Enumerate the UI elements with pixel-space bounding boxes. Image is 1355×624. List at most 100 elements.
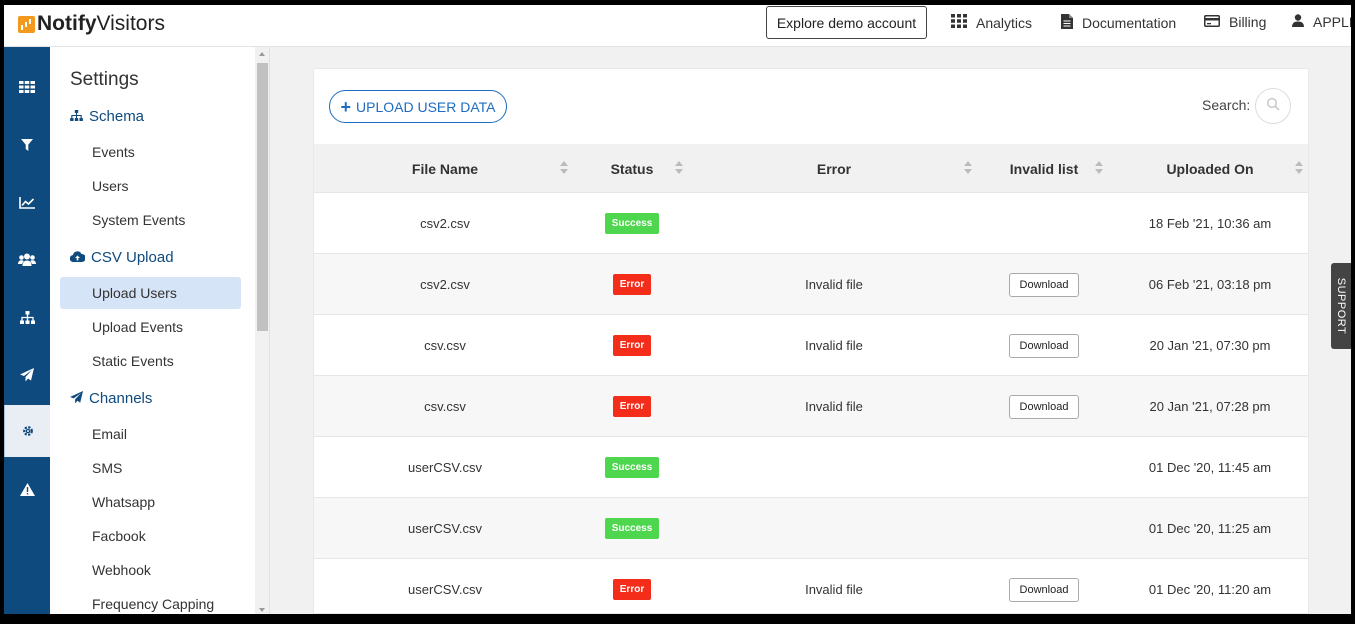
sort-icon[interactable]	[1095, 161, 1103, 175]
table-row: userCSV.csv Success 01 Dec '20, 11:45 am	[314, 437, 1308, 498]
status-badge: Error	[612, 396, 652, 417]
status-badge: Error	[612, 579, 652, 600]
sidebar-item-upload-events[interactable]: Upload Events	[60, 311, 241, 343]
app-logo[interactable]: Notify Visitors	[18, 12, 165, 36]
cell-error: Invalid file	[688, 559, 980, 614]
cell-error	[688, 498, 980, 559]
sidebar-item-sms[interactable]: SMS	[60, 452, 241, 484]
nav-analytics[interactable]: Analytics	[951, 14, 1032, 31]
download-button[interactable]: Download	[1008, 394, 1080, 419]
column-header-error[interactable]: Error	[688, 144, 980, 193]
dashboard-grid-icon[interactable]	[4, 61, 50, 113]
cell-status: Error	[576, 559, 688, 614]
column-header-invalid-list[interactable]: Invalid list	[980, 144, 1108, 193]
sidebar-item-upload-users[interactable]: Upload Users	[60, 277, 241, 309]
sidebar-group-channels-label: Channels	[89, 390, 153, 407]
cell-uploaded-text: 20 Jan '21, 07:28 pm	[1149, 399, 1271, 414]
sidebar-item-events[interactable]: Events	[60, 136, 241, 168]
sidebar-item-static-events[interactable]: Static Events	[60, 345, 241, 377]
sidebar-item-frequency-capping[interactable]: Frequency Capping	[60, 588, 241, 614]
nav-documentation[interactable]: Documentation	[1061, 14, 1176, 32]
sidebar-item-facebook[interactable]: Facbook	[60, 520, 241, 552]
download-button[interactable]: Download	[1008, 333, 1080, 358]
support-tab-label: SUPPORT	[1335, 277, 1348, 335]
table-row: userCSV.csv Error Invalid file Download 01 D…	[314, 559, 1308, 614]
top-bar: Notify Visitors Explore demo account Anal…	[4, 5, 1351, 47]
nav-account-label: APPLI	[1313, 14, 1351, 30]
cell-file: csv.csv	[314, 315, 576, 376]
sidebar-scrollbar[interactable]	[255, 47, 269, 614]
cloud-upload-icon	[69, 250, 86, 265]
cell-error: Invalid file	[688, 376, 980, 437]
explore-demo-button[interactable]: Explore demo account	[766, 6, 927, 39]
document-icon	[1061, 14, 1073, 32]
cell-uploaded: 06 Feb '21, 03:18 pm	[1108, 254, 1312, 315]
credit-card-icon	[1204, 14, 1220, 30]
download-button[interactable]: Download	[1008, 577, 1080, 602]
sitemap-icon	[70, 109, 83, 124]
users-icon[interactable]	[4, 233, 50, 285]
table-row: csv.csv Error Invalid file Download 20 Jan '…	[314, 376, 1308, 437]
status-badge: Success	[604, 457, 660, 478]
cell-file: csv2.csv	[314, 254, 576, 315]
cell-uploaded-text: 18 Feb '21, 10:36 am	[1148, 216, 1272, 231]
nav-analytics-label: Analytics	[976, 14, 1033, 31]
cell-uploaded: 20 Jan '21, 07:28 pm	[1108, 376, 1312, 437]
cell-invalid: Download	[980, 559, 1108, 614]
cell-uploaded-text: 01 Dec '20, 11:25 am	[1148, 521, 1272, 536]
nav-account[interactable]: APPLI	[1292, 14, 1351, 30]
sort-icon[interactable]	[560, 161, 568, 175]
cell-uploaded: 18 Feb '21, 10:36 am	[1108, 193, 1312, 254]
table-row: csv2.csv Success 18 Feb '21, 10:36 am	[314, 193, 1308, 254]
sidebar-item-whatsapp[interactable]: Whatsapp	[60, 486, 241, 518]
scroll-up-arrow-icon[interactable]	[259, 52, 265, 56]
column-header-status[interactable]: Status	[576, 144, 688, 193]
scroll-down-arrow-icon[interactable]	[259, 608, 265, 612]
cell-file-text: csv2.csv	[420, 277, 470, 292]
cell-file-text: userCSV.csv	[408, 582, 482, 597]
cell-uploaded-text: 01 Dec '20, 11:20 am	[1148, 582, 1272, 597]
sort-icon[interactable]	[1295, 161, 1303, 175]
cell-status: Success	[576, 193, 688, 254]
filter-icon[interactable]	[4, 119, 50, 171]
cell-status: Error	[576, 315, 688, 376]
sort-icon[interactable]	[964, 161, 972, 175]
search-button[interactable]	[1255, 88, 1291, 124]
user-icon	[1292, 14, 1304, 30]
logo-text-bold: Notify	[37, 12, 97, 35]
cell-error	[688, 437, 980, 498]
cell-status: Success	[576, 437, 688, 498]
status-badge: Error	[612, 335, 652, 356]
scrollbar-thumb[interactable]	[257, 63, 268, 331]
sitemap-icon[interactable]	[4, 291, 50, 343]
line-chart-icon[interactable]	[4, 177, 50, 229]
app-window: Notify Visitors Explore demo account Anal…	[4, 5, 1351, 614]
cell-uploaded: 01 Dec '20, 11:25 am	[1108, 498, 1312, 559]
sidebar-group-schema[interactable]: Schema	[70, 108, 144, 125]
status-badge: Success	[604, 213, 660, 234]
cell-uploaded-text: 01 Dec '20, 11:45 am	[1148, 460, 1272, 475]
table-row: csv.csv Error Invalid file Download 20 Jan '…	[314, 315, 1308, 376]
cell-invalid	[980, 498, 1108, 559]
nav-billing[interactable]: Billing	[1204, 14, 1266, 30]
column-header-uploaded-on[interactable]: Uploaded On	[1108, 144, 1312, 193]
cell-invalid: Download	[980, 315, 1108, 376]
cell-uploaded: 01 Dec '20, 11:45 am	[1108, 437, 1312, 498]
sort-icon[interactable]	[675, 161, 683, 175]
upload-user-data-button[interactable]: + UPLOAD USER DATA	[329, 90, 507, 123]
warning-icon[interactable]	[4, 463, 50, 515]
sidebar-item-users[interactable]: Users	[60, 170, 241, 202]
sidebar-item-email[interactable]: Email	[60, 418, 241, 450]
logo-text-thin: Visitors	[96, 12, 165, 35]
table-header: File Name Status Error Invalid list Uplo…	[314, 144, 1308, 193]
download-button[interactable]: Download	[1008, 272, 1080, 297]
cell-file: userCSV.csv	[314, 559, 576, 614]
gear-icon[interactable]	[4, 405, 50, 457]
sidebar-item-webhook[interactable]: Webhook	[60, 554, 241, 586]
sidebar-group-csv-upload[interactable]: CSV Upload	[69, 249, 174, 266]
sidebar-group-channels[interactable]: Channels	[70, 390, 152, 407]
sidebar-item-system-events[interactable]: System Events	[60, 204, 241, 236]
support-tab[interactable]: SUPPORT	[1331, 263, 1351, 349]
column-header-file-name[interactable]: File Name	[314, 144, 576, 193]
paper-plane-icon[interactable]	[4, 349, 50, 401]
